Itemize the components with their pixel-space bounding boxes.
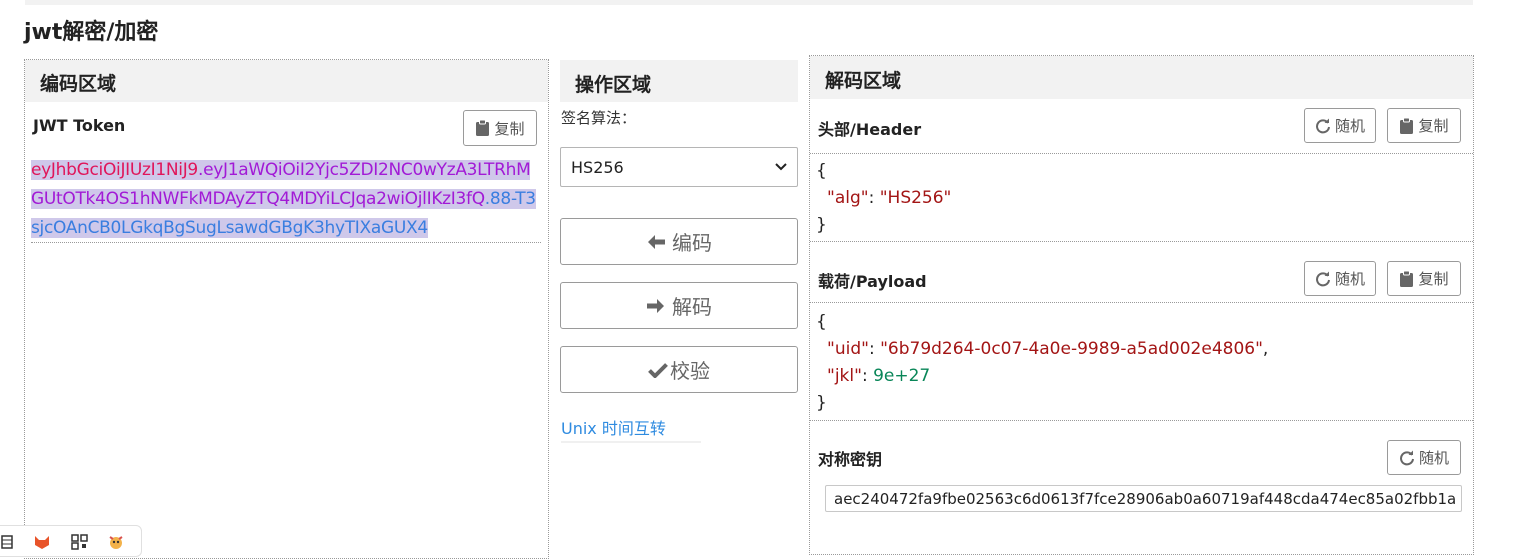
page-title: jwt解密/加密 (24, 20, 159, 45)
algorithm-select[interactable]: HS256 (560, 147, 798, 187)
fox-icon[interactable] (33, 534, 51, 550)
header-copy-label: 复制 (1418, 117, 1449, 135)
json-brace-open: { (816, 161, 827, 181)
jwt-token-label: JWT Token (33, 116, 126, 135)
check-icon (648, 362, 668, 378)
encode-button-label: 编码 (672, 231, 712, 255)
json-key-jkl: "jkl" (827, 366, 862, 386)
arrow-right-icon (647, 298, 664, 313)
json-key-uid: "uid" (827, 339, 869, 359)
mascot-icon[interactable] (107, 534, 125, 550)
verify-button[interactable]: 校验 (560, 346, 798, 393)
copy-token-button[interactable]: 复制 (463, 110, 537, 146)
operations-panel-header: 操作区域 (560, 60, 798, 102)
header-random-label: 随机 (1334, 117, 1365, 135)
secret-key-input[interactable]: aec240472fa9fbe02563c6d0613f7fce28906ab0… (825, 485, 1462, 512)
refresh-icon (1316, 271, 1330, 286)
arrow-left-icon (648, 234, 665, 249)
payload-random-label: 随机 (1334, 270, 1365, 288)
copy-token-label: 复制 (494, 119, 525, 138)
grid-icon[interactable] (1, 534, 19, 550)
header-copy-button[interactable]: 复制 (1387, 108, 1461, 143)
token-header-part: eyJhbGciOiJIUzI1NiJ9 (31, 160, 198, 180)
unix-time-link[interactable]: Unix 时间互转 (561, 415, 701, 443)
payload-section-label: 载荷/Payload (818, 272, 927, 291)
refresh-icon (1400, 450, 1414, 465)
clipboard-icon (1400, 270, 1414, 287)
verify-button-label: 校验 (670, 359, 710, 383)
json-brace-close: } (816, 393, 827, 413)
header-section-label: 头部/Header (818, 120, 922, 139)
secret-random-button[interactable]: 随机 (1387, 440, 1461, 475)
json-brace-close: } (816, 215, 827, 235)
algorithm-selected-value: HS256 (571, 157, 624, 177)
payload-copy-label: 复制 (1418, 270, 1449, 288)
encode-panel: 编码区域 JWT Token 复制 eyJhbGciOiJIUzI1NiJ9.e… (24, 59, 549, 559)
payload-copy-button[interactable]: 复制 (1387, 261, 1461, 296)
clipboard-icon (1400, 117, 1414, 134)
jwt-token-input[interactable]: eyJhbGciOiJIUzI1NiJ9.eyJ1aWQiOiI2Yjc5ZDI… (31, 156, 541, 243)
payload-json-editor[interactable]: { "uid": "6b79d264-0c07-4a0e-9989-a5ad00… (810, 302, 1473, 421)
json-key-alg: "alg" (827, 188, 869, 208)
decode-button[interactable]: 解码 (560, 282, 798, 329)
taskbar-fragment (0, 525, 142, 557)
operations-panel: 操作区域 签名算法： HS256 编码 解码 校验 Unix 时间互转 (560, 60, 798, 549)
json-brace-open: { (816, 312, 827, 332)
encode-panel-header: 编码区域 (25, 60, 548, 102)
refresh-icon (1316, 118, 1330, 133)
qr-icon[interactable] (71, 534, 89, 550)
decode-panel-header: 解码区域 (810, 56, 1473, 99)
secret-random-label: 随机 (1418, 449, 1449, 467)
algorithm-label: 签名算法： (561, 109, 637, 127)
chevron-down-icon (775, 163, 787, 171)
decode-button-label: 解码 (672, 295, 712, 319)
clipboard-icon (476, 120, 490, 136)
decode-panel: 解码区域 头部/Header 随机 复制 { "alg": "HS256" } … (809, 55, 1474, 555)
payload-random-button[interactable]: 随机 (1304, 261, 1376, 296)
json-value-alg: "HS256" (879, 188, 952, 208)
json-value-uid: "6b79d264-0c07-4a0e-9989-a5ad002e4806" (880, 339, 1263, 359)
encode-button[interactable]: 编码 (560, 218, 798, 265)
secret-key-label: 对称密钥 (818, 450, 883, 469)
top-bar (25, 0, 1473, 5)
json-value-jkl: 9e+27 (873, 366, 931, 386)
header-random-button[interactable]: 随机 (1304, 108, 1376, 143)
header-json-editor[interactable]: { "alg": "HS256" } (810, 153, 1473, 242)
